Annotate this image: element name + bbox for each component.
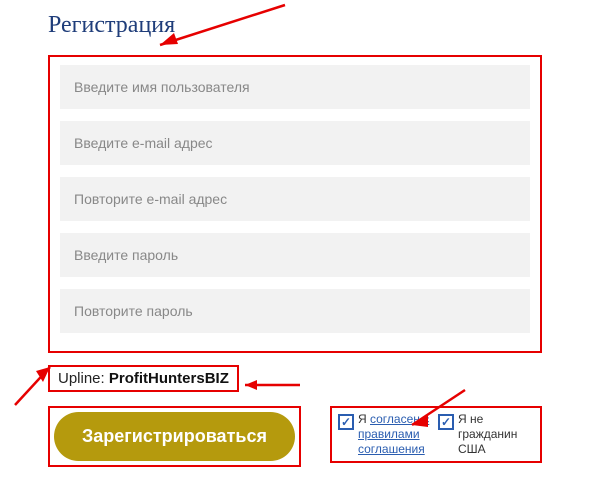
not-us-label: Я не гражданин США — [458, 412, 534, 457]
not-us-checkbox[interactable]: ✓ — [438, 414, 454, 430]
registration-form — [48, 55, 542, 353]
upline-label: Upline: — [58, 370, 109, 387]
agree-terms-checkbox[interactable]: ✓ — [338, 414, 354, 430]
page-title: Регистрация — [48, 12, 542, 39]
upline-value: ProfitHuntersBIZ — [109, 370, 229, 387]
email-confirm-input[interactable] — [60, 177, 530, 221]
upline-info: Upline: ProfitHuntersBIZ — [48, 365, 239, 392]
password-confirm-input[interactable] — [60, 289, 530, 333]
register-button[interactable]: Зарегистрироваться — [54, 412, 295, 461]
submit-highlight: Зарегистрироваться — [48, 406, 301, 467]
username-input[interactable] — [60, 65, 530, 109]
agree-terms-label: Я согласен с правилами соглашения — [358, 412, 434, 457]
agreements-box: ✓ Я согласен с правилами соглашения ✓ Я … — [330, 406, 542, 463]
email-input[interactable] — [60, 121, 530, 165]
password-input[interactable] — [60, 233, 530, 277]
